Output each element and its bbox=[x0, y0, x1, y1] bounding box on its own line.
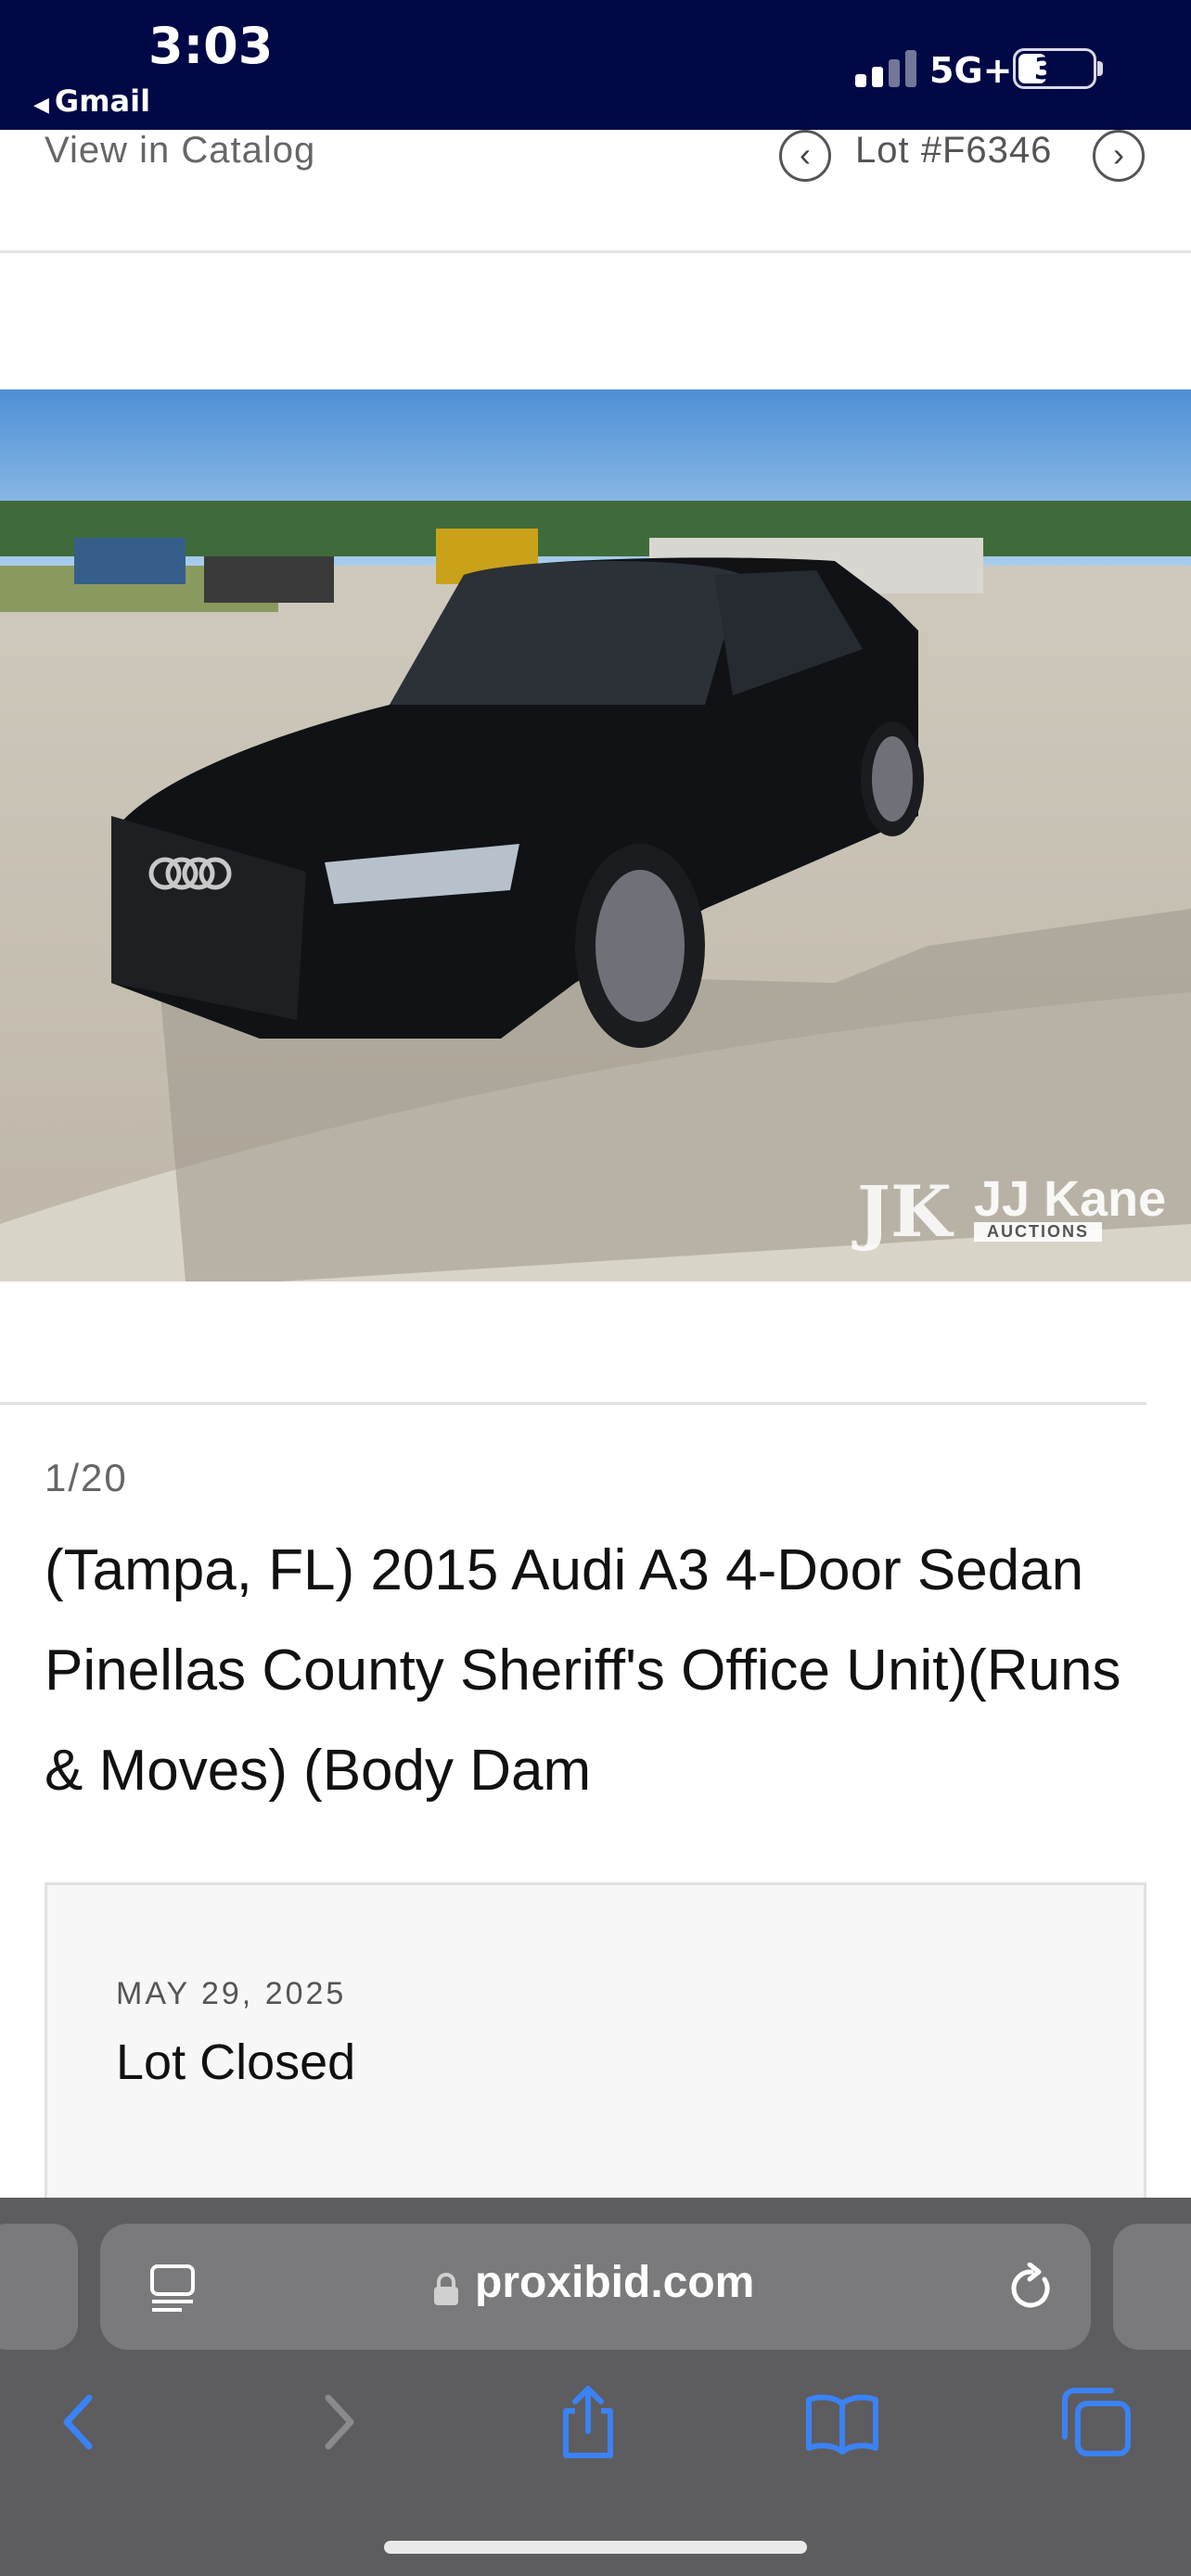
back-app-label: Gmail bbox=[54, 83, 151, 119]
view-in-catalog-link[interactable]: View in Catalog bbox=[45, 130, 315, 172]
clock: 3:03 bbox=[148, 17, 274, 75]
lock-icon bbox=[434, 2273, 458, 2305]
previous-tab-preview[interactable] bbox=[0, 2224, 78, 2350]
lot-number: Lot #F6346 bbox=[855, 130, 1053, 171]
forward-button[interactable] bbox=[299, 2383, 377, 2461]
lot-title: (Tampa, FL) 2015 Audi A3 4-Door Sedan Pi… bbox=[45, 1538, 1121, 1803]
catalog-header: View in Catalog ‹ Lot #F6346 › bbox=[0, 130, 1191, 253]
address-bar[interactable]: proxibid.com bbox=[100, 2224, 1091, 2350]
back-button[interactable] bbox=[41, 2383, 119, 2461]
lot-photo[interactable] bbox=[0, 389, 1191, 1282]
url-text: proxibid.com bbox=[475, 2258, 755, 2307]
battery-icon: 38 bbox=[1013, 48, 1096, 89]
next-tab-preview[interactable] bbox=[1113, 2224, 1191, 2350]
tabs-button[interactable] bbox=[1057, 2383, 1135, 2461]
status-bar: 3:03 ◀ Gmail 5G+ 38 bbox=[0, 0, 1191, 130]
car-photo-illustration bbox=[0, 389, 1191, 1282]
browser-toolbar: proxibid.com bbox=[0, 2198, 1191, 2576]
lot-status: Lot Closed bbox=[116, 2034, 356, 2090]
lot-close-date: MAY 29, 2025 bbox=[116, 1976, 347, 2011]
photo-counter: 1/20 bbox=[45, 1456, 128, 1499]
share-button[interactable] bbox=[549, 2383, 627, 2461]
previous-lot-button[interactable]: ‹ bbox=[779, 130, 831, 182]
battery-cap bbox=[1097, 61, 1103, 76]
watermark-logo: JK bbox=[857, 1170, 953, 1253]
watermark-sub: AUCTIONS bbox=[974, 1222, 1102, 1242]
chevron-right-icon: › bbox=[1113, 135, 1124, 173]
network-type: 5G+ bbox=[929, 50, 1013, 91]
reload-icon[interactable] bbox=[1005, 2263, 1057, 2315]
home-indicator[interactable] bbox=[384, 2541, 807, 2554]
battery-percent: 38 bbox=[1033, 51, 1076, 86]
back-to-app-link[interactable]: ◀ Gmail bbox=[33, 83, 150, 119]
lot-status-card: MAY 29, 2025 Lot Closed bbox=[45, 1882, 1146, 2207]
next-lot-button[interactable]: › bbox=[1093, 130, 1145, 182]
watermark-name: JJ Kane bbox=[974, 1171, 1167, 1227]
chevron-left-icon: ‹ bbox=[800, 135, 811, 173]
bookmarks-button[interactable] bbox=[803, 2383, 881, 2461]
page-menu-icon[interactable] bbox=[148, 2263, 197, 2315]
section-divider bbox=[0, 1402, 1146, 1405]
back-triangle-icon: ◀ bbox=[33, 94, 49, 117]
signal-icon bbox=[855, 46, 920, 87]
